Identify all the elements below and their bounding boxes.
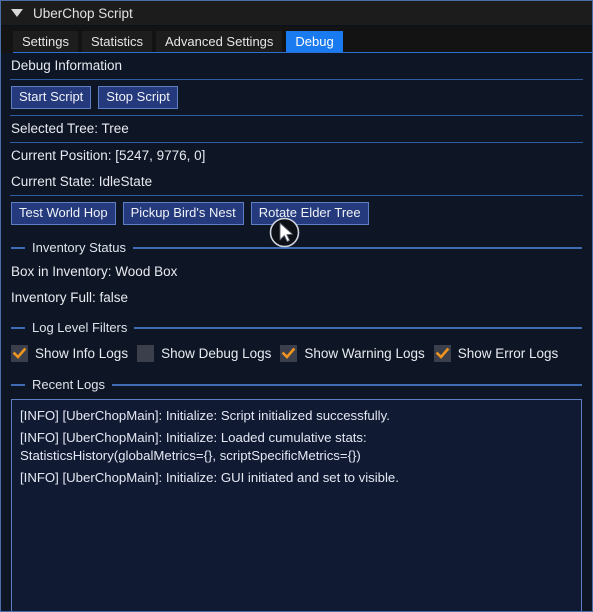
log-entry: [INFO] [UberChopMain]: Initialize: Scrip… [20,408,390,423]
debug-action-buttons: Test World Hop Pickup Bird's Nest Rotate… [10,196,583,231]
rotate-elder-tree-button[interactable]: Rotate Elder Tree [250,202,369,225]
stop-script-button[interactable]: Stop Script [98,86,178,109]
checkbox-label: Show Warning Logs [304,346,425,361]
log-level-filters-group-header: Log Level Filters [10,311,583,339]
checkbox-show-info-logs[interactable]: Show Info Logs [11,345,128,362]
checkmark-icon[interactable] [280,345,298,362]
tab-bar: Settings Statistics Advanced Settings De… [1,26,592,53]
recent-logs-group-header: Recent Logs [10,368,583,396]
group-dash [11,246,25,249]
log-entry: [INFO] [UberChopMain]: Initialize: Loade… [20,430,367,463]
checkbox-label: Show Debug Logs [161,346,272,361]
tab-statistics[interactable]: Statistics [81,31,152,53]
selected-tree-label: Selected Tree: Tree [11,121,129,136]
current-state-label: Current State: IdleState [11,174,153,189]
group-dash [11,383,25,386]
uberchop-script-window: UberChop Script Settings Statistics Adva… [0,0,593,612]
tab-advanced-settings[interactable]: Advanced Settings [156,31,283,53]
checkbox-show-debug-logs[interactable]: Show Debug Logs [137,345,271,362]
checkbox-label: Show Error Logs [457,346,559,361]
inventory-status-label: Inventory Status [32,240,126,255]
group-line [112,383,582,386]
checkmark-icon[interactable] [433,345,451,362]
debug-tab-panel: Debug Information Start Script Stop Scri… [1,53,592,611]
debug-information-heading: Debug Information [11,58,123,73]
group-line [132,246,582,249]
checkbox-show-warning-logs[interactable]: Show Warning Logs [280,345,425,362]
checkbox-label: Show Info Logs [35,346,129,361]
log-level-filters-label: Log Level Filters [32,320,128,335]
recent-logs-label: Recent Logs [32,377,105,392]
pickup-birds-nest-button[interactable]: Pickup Bird's Nest [122,202,244,225]
tab-settings[interactable]: Settings [13,31,78,53]
test-world-hop-button[interactable]: Test World Hop [11,202,116,225]
window-titlebar: UberChop Script [1,1,592,26]
inventory-full-label: Inventory Full: false [11,290,129,305]
triangle-down-icon[interactable] [11,9,23,17]
tab-debug[interactable]: Debug [286,31,343,53]
script-control-buttons: Start Script Stop Script [10,80,583,115]
box-in-inventory-label: Box in Inventory: Wood Box [11,264,178,279]
group-dash [11,326,25,329]
inventory-status-group-header: Inventory Status [10,231,583,259]
checkbox-show-error-logs[interactable]: Show Error Logs [433,345,559,362]
start-script-button[interactable]: Start Script [11,86,92,109]
log-entry: [INFO] [UberChopMain]: Initialize: GUI i… [20,470,399,485]
current-position-label: Current Position: [5247, 9776, 0] [11,148,206,163]
checkbox-empty-icon[interactable] [137,345,155,362]
window-title: UberChop Script [33,5,133,21]
recent-logs-panel[interactable]: [INFO] [UberChopMain]: Initialize: Scrip… [11,399,582,611]
checkmark-icon[interactable] [11,345,28,362]
group-line [134,326,582,329]
log-filter-checkboxes: Show Info Logs Show Debug Logs Show Warn… [10,339,583,368]
